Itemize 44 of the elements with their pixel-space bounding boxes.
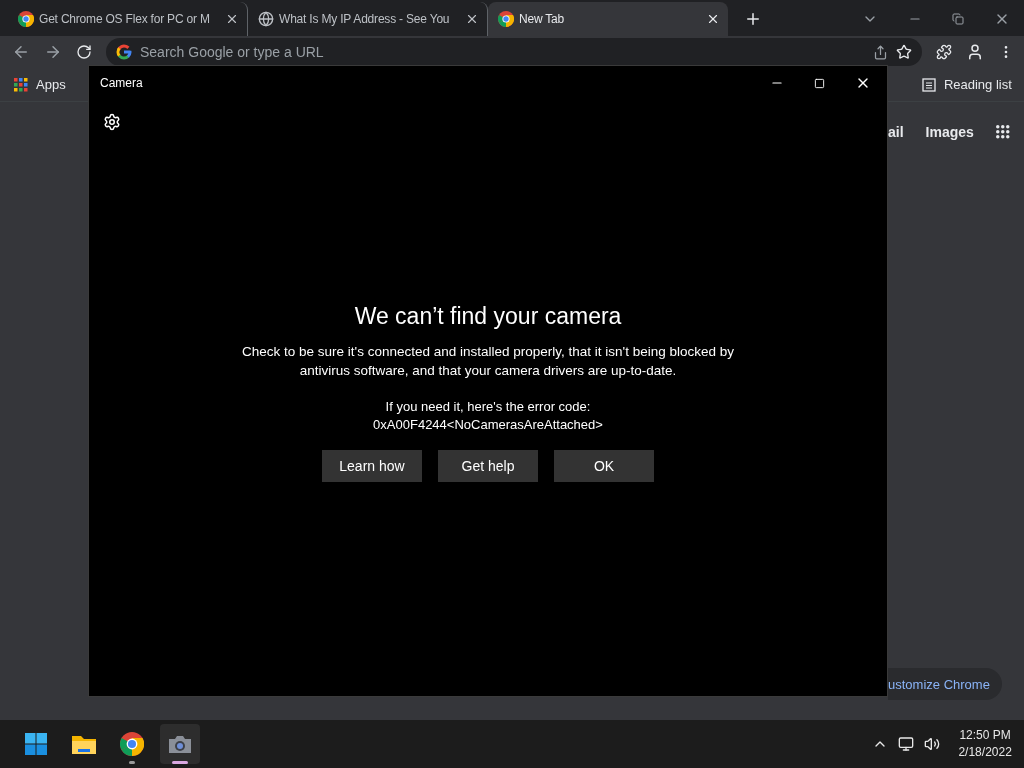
volume-icon[interactable] [924, 736, 941, 752]
reading-list-button[interactable]: Reading list [921, 77, 1012, 92]
close-icon[interactable] [706, 12, 720, 26]
restore-icon[interactable] [951, 13, 964, 25]
error-message: Check to be sure it's connected and installed properly, that it isn't being blocked by antivirus software, and that your camera drivers are up-to-date. [241, 343, 735, 380]
dialog-button[interactable]: OK [554, 450, 654, 482]
browser-tab[interactable]: Get Chrome OS Flex for PC or M [8, 2, 248, 36]
folder-icon [71, 733, 97, 755]
taskbar-app[interactable] [160, 724, 200, 764]
globe-icon [258, 11, 274, 27]
star-icon[interactable] [895, 44, 912, 60]
camera-icon [167, 733, 193, 755]
chrome-icon [498, 11, 514, 27]
extensions-icon[interactable] [935, 44, 952, 60]
forward-icon[interactable] [44, 43, 62, 61]
window-title: Camera [100, 76, 143, 90]
close-icon[interactable] [465, 12, 479, 26]
page-link[interactable]: Images [925, 124, 974, 140]
maximize-icon[interactable] [814, 77, 825, 89]
error-heading: We can’t find your camera [354, 303, 622, 330]
page-link[interactable]: ail [888, 124, 904, 140]
chrome-icon [18, 11, 34, 27]
back-icon[interactable] [12, 43, 30, 61]
customize-chrome-button[interactable]: ustomize Chrome [888, 668, 1002, 700]
reading-list-icon [921, 77, 936, 92]
browser-tab[interactable]: New Tab [488, 2, 728, 36]
chrome-icon [120, 732, 144, 756]
reload-icon[interactable] [76, 44, 92, 60]
settings-icon[interactable] [103, 113, 121, 131]
google-icon [116, 44, 132, 60]
close-icon[interactable] [225, 12, 239, 26]
error-code: 0xA00F4244<NoCamerasAreAttached> [373, 416, 603, 434]
dialog-button[interactable]: Get help [438, 450, 538, 482]
apps-grid-icon [14, 77, 28, 92]
clock[interactable]: 12:50 PM 2/18/2022 [958, 727, 1012, 761]
apps-grid-icon [995, 125, 1010, 139]
address-bar[interactable]: Search Google or type a URL [106, 38, 922, 66]
share-icon[interactable] [872, 44, 888, 60]
error-code-intro: If you need it, here's the error code: [384, 398, 592, 416]
network-icon[interactable] [898, 736, 915, 752]
new-tab-icon[interactable] [744, 10, 762, 28]
apps-bookmark[interactable]: Apps [14, 77, 66, 92]
dialog-button[interactable]: Learn how [322, 450, 422, 482]
windows-icon [24, 732, 48, 756]
